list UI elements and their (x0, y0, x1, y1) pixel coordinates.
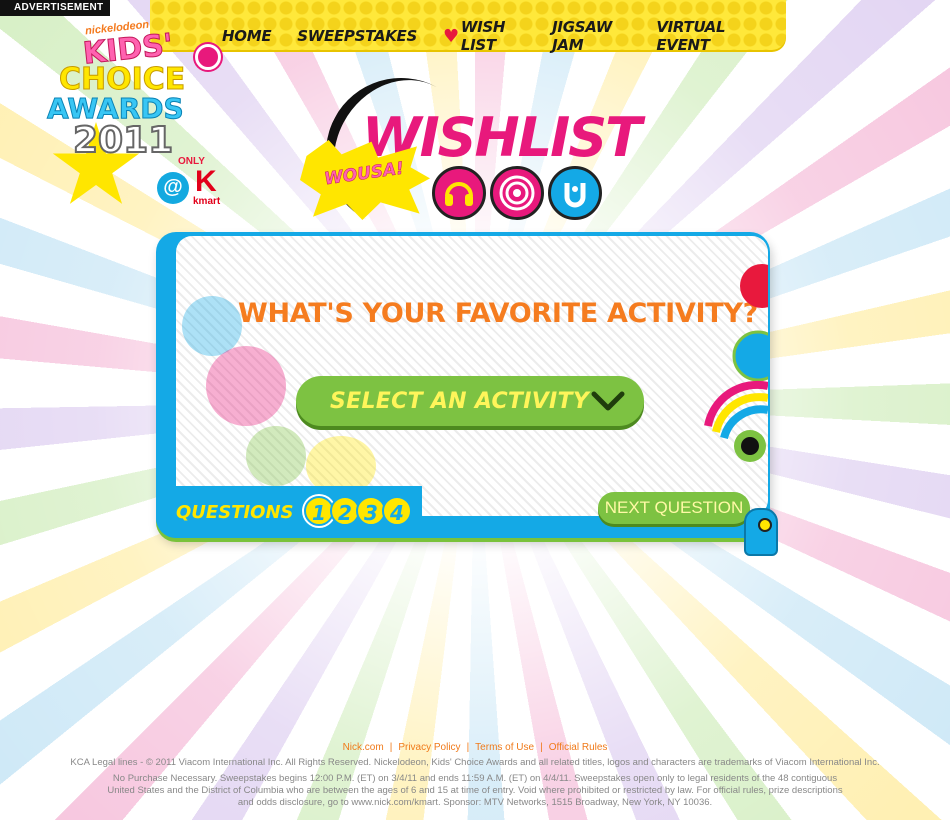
questions-label: QUESTIONS (176, 502, 294, 523)
footer-link-terms[interactable]: Terms of Use (475, 742, 534, 753)
disc-icon (490, 166, 544, 220)
kca-logo[interactable]: nickelodeon KIDS' CHOICE AWARDS 2011 ONL… (45, 19, 235, 212)
nav-wish-list-label: WISH LIST (460, 18, 506, 54)
question-number-4[interactable]: 4 (382, 496, 412, 526)
separator: | (389, 742, 393, 753)
separator: | (540, 742, 543, 753)
character-decoration (704, 264, 768, 462)
chevron-down-icon (591, 391, 625, 411)
question-pager: 1 2 3 4 (304, 496, 412, 526)
footer-link-privacy[interactable]: Privacy Policy (398, 742, 460, 753)
footer-links: Nick.com | Privacy Policy | Terms of Use | Off… (0, 742, 950, 753)
select-activity-label: SELECT AN ACTIVITY (330, 388, 590, 414)
legal-copyright: KCA Legal lines - © 2011 Viacom Internat… (70, 757, 880, 768)
mascot-eye (758, 518, 772, 532)
faded-decoration (206, 346, 286, 426)
nav-sweepstakes[interactable]: SWEEPSTAKES (297, 27, 417, 45)
next-question-button[interactable]: NEXT QUESTION (598, 492, 750, 524)
footer-link-rules[interactable]: Official Rules (549, 742, 608, 753)
heart-icon: ♥ (442, 25, 459, 47)
blimp-icon (195, 44, 221, 70)
nav-jigsaw-jam[interactable]: JIGSAW JAM (552, 18, 630, 54)
separator: | (466, 742, 470, 753)
kmart-logo-word: kmart (193, 196, 221, 207)
question-card-panel: WHAT'S YOUR FAVORITE ACTIVITY? SELECT AN… (176, 236, 768, 516)
advertisement-label: ADVERTISEMENT (0, 0, 110, 16)
select-activity-dropdown[interactable]: SELECT AN ACTIVITY (296, 376, 644, 426)
question-card: WHAT'S YOUR FAVORITE ACTIVITY? SELECT AN… (156, 232, 778, 556)
at-icon: @ (157, 172, 189, 204)
wishlist-header: WISHLIST WOUSA! (296, 51, 642, 255)
logo-year: 2011 (72, 119, 174, 162)
character-mascot-icon (744, 508, 778, 556)
headphones-icon (432, 166, 486, 220)
footer-link-nick[interactable]: Nick.com (343, 742, 384, 753)
legal-sweepstakes: No Purchase Necessary. Sweepstakes begin… (107, 773, 843, 808)
kmart-logo-letter: K (195, 165, 217, 198)
footer: Nick.com | Privacy Policy | Terms of Use | Off… (0, 742, 950, 809)
question-text: WHAT'S YOUR FAVORITE ACTIVITY? (238, 298, 758, 329)
nav-wish-list[interactable]: ♥ WISH LIST (443, 18, 526, 54)
nav-virtual-event[interactable]: VIRTUAL EVENT (656, 18, 760, 54)
top-nav: HOME SWEEPSTAKES ♥ WISH LIST JIGSAW JAM … (150, 0, 786, 54)
faded-decoration (246, 426, 306, 486)
character-icon (548, 166, 602, 220)
